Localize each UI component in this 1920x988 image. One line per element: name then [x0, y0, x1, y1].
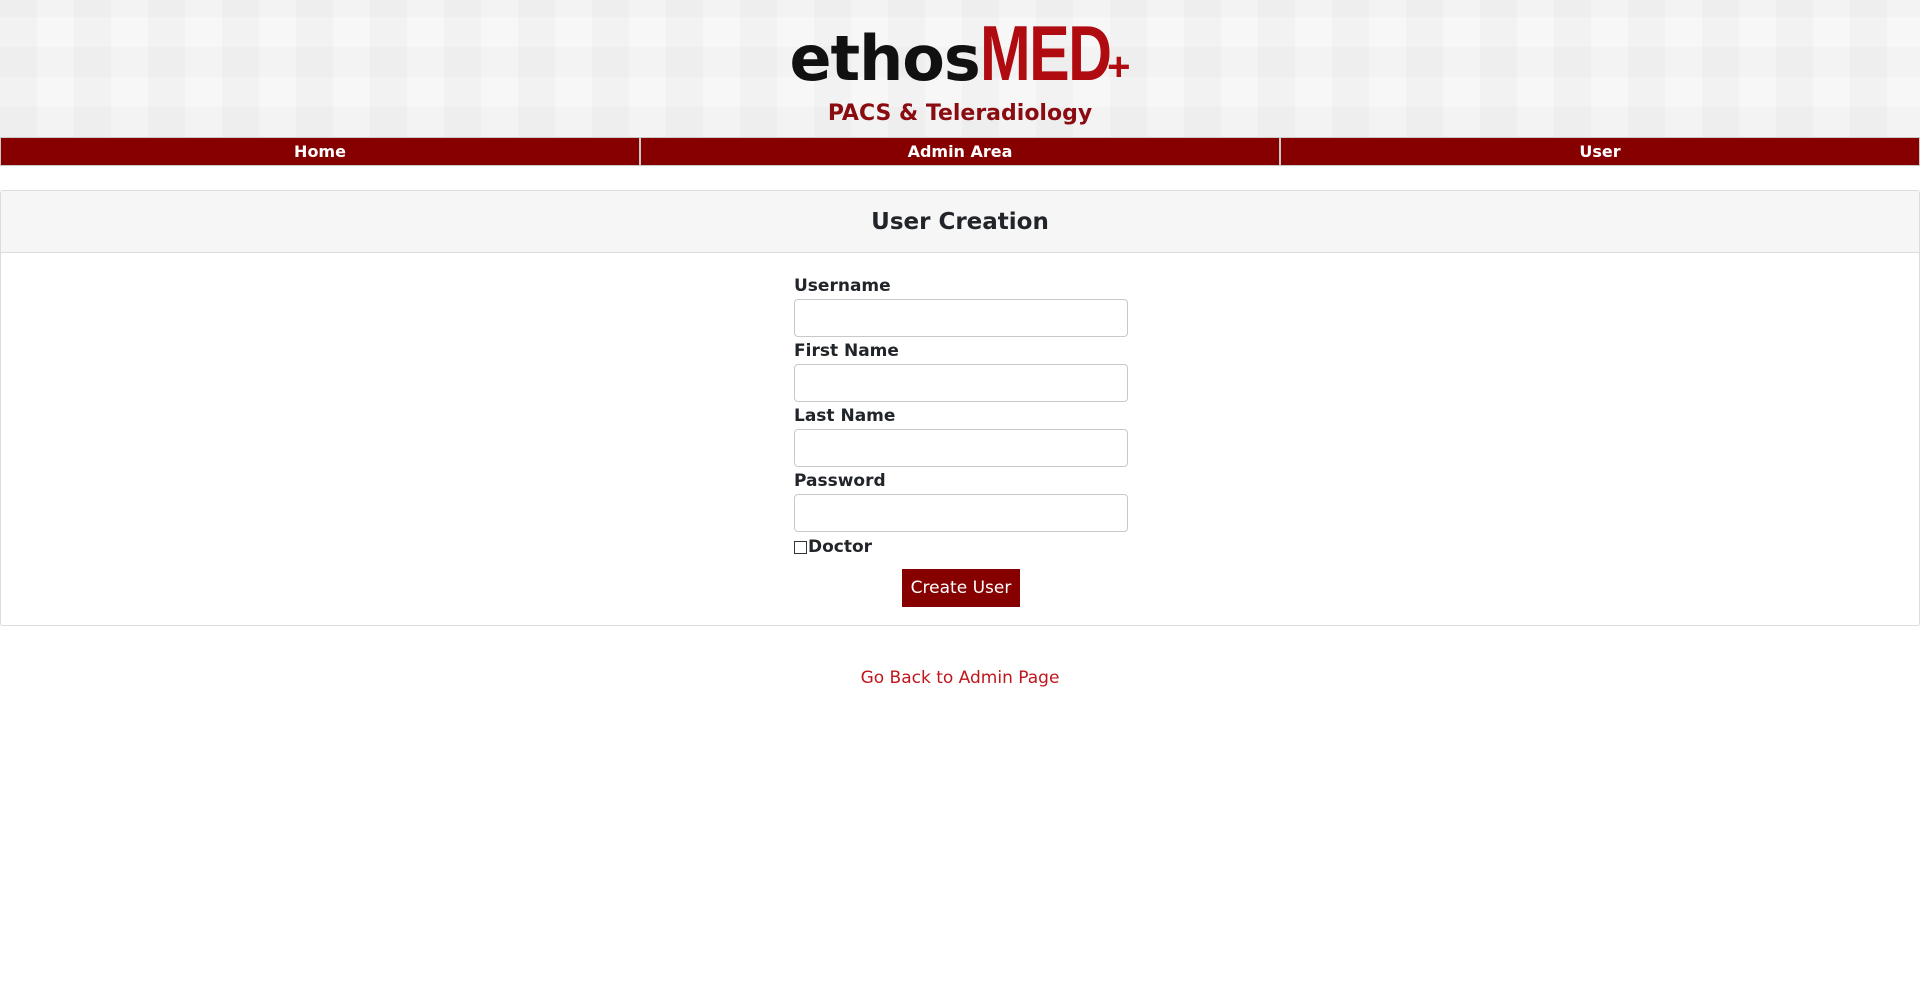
logo-med-text: MED	[979, 9, 1112, 97]
password-label: Password	[794, 471, 886, 491]
card-title: User Creation	[1, 191, 1919, 253]
logo-plus-text: +	[1107, 45, 1131, 89]
last-name-input[interactable]	[794, 429, 1128, 467]
doctor-checkbox-label[interactable]: Doctor	[808, 537, 872, 557]
first-name-label: First Name	[794, 341, 899, 361]
create-user-button[interactable]: Create User	[901, 569, 1021, 607]
go-back-to-admin-link[interactable]: Go Back to Admin Page	[861, 668, 1060, 688]
user-creation-card: User Creation Username First Name Last N…	[0, 190, 1920, 626]
username-label: Username	[794, 276, 891, 296]
username-input[interactable]	[794, 299, 1128, 337]
doctor-checkbox[interactable]	[794, 540, 807, 554]
logo-wordmark: ethosMED+	[789, 14, 1130, 92]
logo-subtitle: PACS & Teleradiology	[827, 101, 1093, 126]
last-name-label: Last Name	[794, 406, 896, 426]
logo-ethos-text: ethos	[789, 22, 980, 95]
doctor-checkbox-row: Doctor	[794, 535, 1128, 559]
user-creation-form: Username First Name Last Name Password D…	[794, 275, 1128, 607]
nav-user[interactable]: User	[1280, 137, 1920, 166]
back-link-container: Go Back to Admin Page	[0, 668, 1920, 688]
logo: ethosMED+	[0, 14, 1920, 92]
nav-admin-area[interactable]: Admin Area	[640, 137, 1280, 166]
first-name-input[interactable]	[794, 364, 1128, 402]
main-nav: Home Admin Area User	[0, 137, 1920, 166]
password-input[interactable]	[794, 494, 1128, 532]
submit-wrap: Create User	[794, 569, 1128, 607]
page-header: ethosMED+ PACS & Teleradiology	[0, 0, 1920, 137]
nav-home[interactable]: Home	[0, 137, 640, 166]
